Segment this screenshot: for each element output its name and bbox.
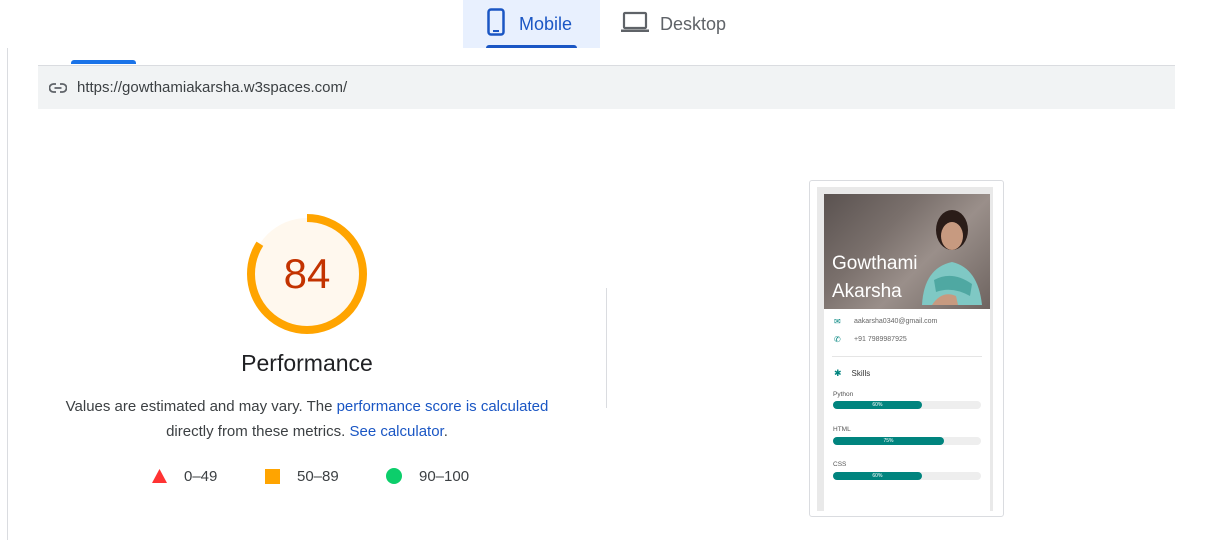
card-divider	[832, 356, 982, 357]
profile-name: Gowthami Akarsha	[832, 250, 918, 306]
skill-bar-fill: 60%	[833, 401, 922, 409]
laptop-icon	[620, 11, 650, 38]
phone-text: +91 7989987925	[854, 336, 907, 343]
triangle-icon	[152, 469, 167, 483]
profile-card: Gowthami Akarsha ✉ aakarsha0340@gmail.co…	[824, 194, 990, 511]
smartphone-icon	[487, 7, 505, 41]
description-text-1: Values are estimated and may vary. The	[65, 398, 337, 415]
screenshot-frame: Gowthami Akarsha ✉ aakarsha0340@gmail.co…	[817, 187, 993, 511]
legend-range: 50–89	[297, 467, 339, 485]
tab-mobile[interactable]: Mobile	[463, 0, 600, 48]
skill-bar: 60%	[833, 472, 981, 480]
see-calculator-link[interactable]: See calculator	[349, 423, 443, 440]
section-tab-indicator	[71, 60, 136, 64]
skill-bar: 75%	[833, 437, 981, 445]
profile-photo: Gowthami Akarsha	[824, 194, 990, 309]
final-screenshot[interactable]: Gowthami Akarsha ✉ aakarsha0340@gmail.co…	[809, 180, 1004, 517]
profile-last-name: Akarsha	[832, 281, 902, 302]
legend-range: 0–49	[184, 467, 218, 485]
skill-bar: 60%	[833, 401, 981, 409]
tab-mobile-label: Mobile	[519, 13, 573, 34]
skill-label: CSS	[833, 461, 847, 468]
profile-first-name: Gowthami	[832, 253, 918, 274]
envelope-icon: ✉	[834, 317, 841, 326]
legend-fail: 0–49	[152, 466, 217, 486]
skill-label: HTML	[833, 426, 851, 433]
description-text-3: .	[443, 423, 448, 440]
vertical-divider	[606, 288, 607, 408]
gauge-title: Performance	[241, 350, 373, 376]
performance-score: 84	[283, 250, 331, 297]
skill-bar-fill: 75%	[833, 437, 944, 445]
tab-active-indicator	[486, 45, 577, 48]
description-text-2: directly from these metrics.	[166, 423, 350, 440]
email-row: ✉ aakarsha0340@gmail.com	[834, 317, 937, 326]
score-description: Values are estimated and may vary. The p…	[40, 394, 574, 444]
legend-average: 50–89	[265, 466, 339, 486]
skills-title: Skills	[851, 369, 871, 378]
tested-url[interactable]: https://gowthamiakarsha.w3spaces.com/	[77, 79, 347, 96]
skill-bar-fill: 60%	[833, 472, 922, 480]
url-bar: https://gowthamiakarsha.w3spaces.com/	[38, 65, 1175, 109]
phone-icon: ✆	[834, 335, 841, 344]
phone-row: ✆ +91 7989987925	[834, 335, 907, 344]
tab-desktop[interactable]: Desktop	[620, 0, 760, 48]
legend-range: 90–100	[419, 467, 470, 485]
email-text: aakarsha0340@gmail.com	[854, 318, 938, 325]
asterisk-icon: ✱	[834, 368, 842, 378]
circle-icon	[386, 468, 402, 484]
left-border	[7, 48, 8, 540]
link-icon	[49, 82, 67, 93]
person-photo-icon	[922, 210, 982, 305]
skill-label: Python	[833, 391, 854, 398]
performance-score-link[interactable]: performance score is calculated	[337, 398, 549, 415]
legend-pass: 90–100	[386, 466, 469, 486]
tab-desktop-label: Desktop	[660, 13, 727, 34]
skills-heading: ✱ Skills	[834, 368, 870, 379]
performance-gauge: 84	[245, 212, 369, 336]
square-icon	[265, 468, 280, 484]
